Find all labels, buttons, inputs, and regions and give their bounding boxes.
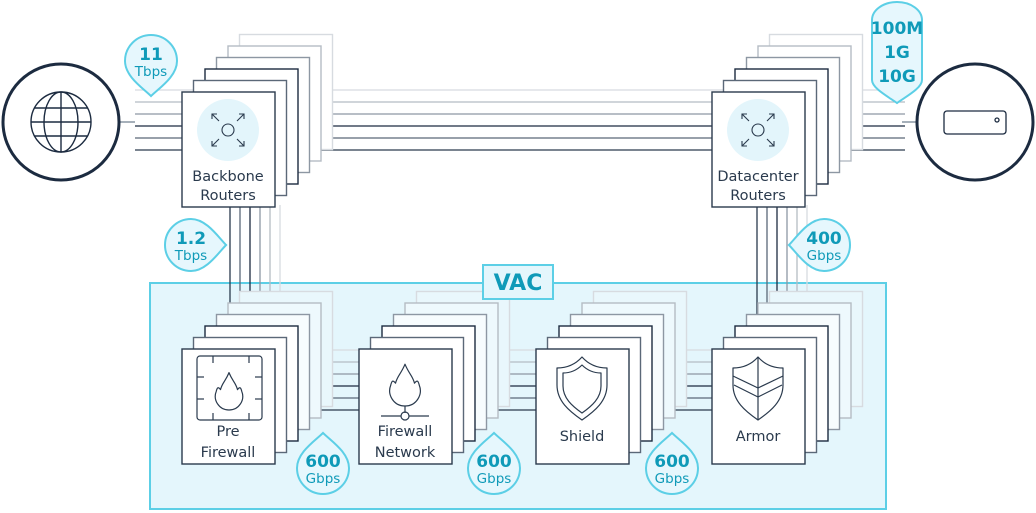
firewall-network-label-line1: Firewall [378,424,433,440]
badge-internet-backbone: 11Tbps [123,34,179,98]
armor-label: Armor [736,429,781,445]
datacenter-label-line2: Routers [730,188,786,204]
backbone-label-line1: Backbone [192,169,263,185]
network-diagram: VAC Backbone Routers Datacenter Routers Pre F… [1,1,1035,510]
globe-icon [30,91,92,153]
badge-value: 400 [806,229,842,249]
vac-label-tab: VAC [482,264,554,300]
badge-speed-option: 10G [878,67,916,87]
badge-unit: Gbps [807,248,842,264]
firewall-network-label-line2: Network [375,445,436,461]
badge-value: 600 [305,452,341,472]
datacenter-router-icon [727,99,789,161]
badge-backbone-vac: 1.2Tbps [164,217,228,273]
prefirewall-label-line1: Pre [216,424,239,440]
badge-value: 600 [654,452,690,472]
badge-datacenter-vac: 400Gbps [787,217,851,273]
badge-unit: Gbps [306,471,341,487]
badge-value: 1.2 [176,229,206,249]
badge-unit: Gbps [477,471,512,487]
badge-value: 600 [476,452,512,472]
badge-server-link: 100M 1G 10G [871,1,923,105]
badge-unit: Tbps [174,248,207,264]
badge-speed-option: 1G [884,43,910,63]
backbone-router-icon [197,99,259,161]
badge-unit: Tbps [134,64,167,80]
badge-speed-option: 100M [871,19,923,39]
badge-unit: Gbps [655,471,690,487]
badge-value: 11 [139,45,163,65]
shield-label: Shield [560,429,605,445]
internet-endpoint[interactable] [1,62,135,182]
vac-label: VAC [494,271,543,296]
datacenter-label-line1: Datacenter [717,169,798,185]
backbone-label-line2: Routers [200,188,256,204]
prefirewall-label-line2: Firewall [201,445,256,461]
